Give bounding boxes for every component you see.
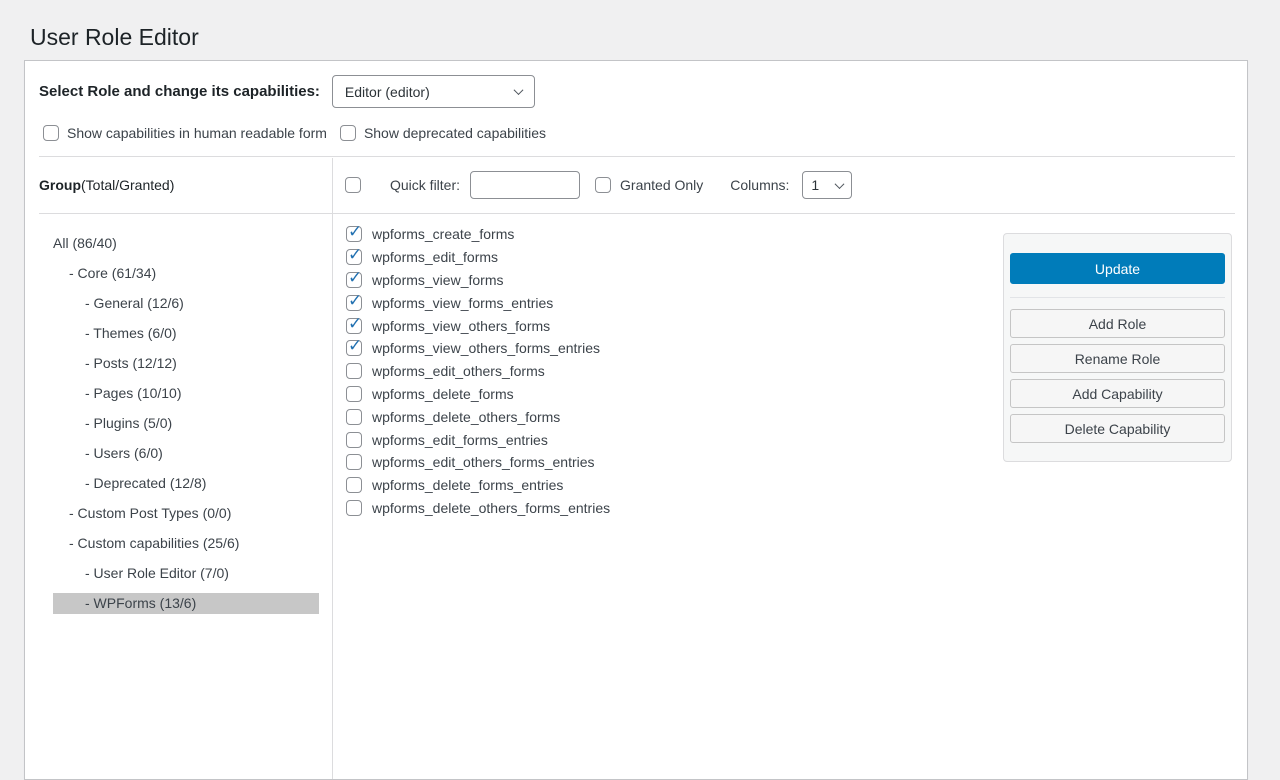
capability-name: wpforms_delete_forms_entries bbox=[372, 477, 563, 493]
role-select-value: Editor (editor) bbox=[345, 84, 430, 100]
capability-checkbox[interactable] bbox=[346, 432, 362, 448]
group-item-label: - User Role Editor (7/0) bbox=[53, 563, 319, 584]
group-item-general[interactable]: - General (12/6) bbox=[25, 288, 332, 318]
capability-name: wpforms_delete_others_forms bbox=[372, 409, 560, 425]
capability-checkbox[interactable] bbox=[346, 409, 362, 425]
group-item-wpforms[interactable]: - WPForms (13/6) bbox=[25, 588, 332, 618]
capability-row: wpforms_view_forms bbox=[346, 269, 610, 292]
capability-checkbox[interactable] bbox=[346, 272, 362, 288]
capability-name: wpforms_view_forms bbox=[372, 272, 503, 288]
columns-label: Columns: bbox=[730, 177, 789, 193]
group-item-label: - Plugins (5/0) bbox=[53, 413, 319, 434]
page-title: User Role Editor bbox=[30, 24, 199, 51]
group-item-users[interactable]: - Users (6/0) bbox=[25, 438, 332, 468]
group-item-label: - WPForms (13/6) bbox=[53, 593, 319, 614]
capability-checkbox[interactable] bbox=[346, 363, 362, 379]
group-item-label: - Users (6/0) bbox=[53, 443, 319, 464]
show-deprecated-checkbox[interactable] bbox=[340, 125, 356, 141]
capability-row: wpforms_delete_others_forms_entries bbox=[346, 497, 610, 520]
capability-name: wpforms_edit_forms_entries bbox=[372, 432, 548, 448]
capability-checkbox[interactable] bbox=[346, 500, 362, 516]
chevron-down-icon bbox=[513, 85, 523, 95]
capability-checkbox[interactable] bbox=[346, 226, 362, 242]
group-item-themes[interactable]: - Themes (6/0) bbox=[25, 318, 332, 348]
capability-checkbox[interactable] bbox=[346, 318, 362, 334]
granted-only-checkbox[interactable] bbox=[595, 177, 611, 193]
capability-row: wpforms_edit_others_forms bbox=[346, 360, 610, 383]
columns-select-value: 1 bbox=[811, 177, 819, 193]
capabilities-list: wpforms_create_forms wpforms_edit_forms … bbox=[346, 223, 610, 519]
group-item-label: - Deprecated (12/8) bbox=[53, 473, 319, 494]
capability-checkbox[interactable] bbox=[346, 340, 362, 356]
group-item-label: - Custom Post Types (0/0) bbox=[53, 503, 319, 524]
group-item-user-role-editor[interactable]: - User Role Editor (7/0) bbox=[25, 558, 332, 588]
human-readable-checkbox[interactable] bbox=[43, 125, 59, 141]
human-readable-label: Show capabilities in human readable form bbox=[67, 125, 327, 141]
capability-row: wpforms_edit_forms_entries bbox=[346, 428, 610, 451]
capability-name: wpforms_view_others_forms bbox=[372, 318, 550, 334]
capability-row: wpforms_view_others_forms_entries bbox=[346, 337, 610, 360]
display-options-row: Show capabilities in human readable form… bbox=[43, 124, 546, 142]
capability-row: wpforms_delete_forms bbox=[346, 383, 610, 406]
select-all-checkbox[interactable] bbox=[345, 177, 361, 193]
capability-checkbox[interactable] bbox=[346, 295, 362, 311]
capability-row: wpforms_delete_forms_entries bbox=[346, 474, 610, 497]
group-tree: All (86/40) - Core (61/34) - General (12… bbox=[25, 213, 332, 618]
add-capability-button[interactable]: Add Capability bbox=[1010, 379, 1225, 408]
delete-capability-button[interactable]: Delete Capability bbox=[1010, 414, 1225, 443]
capability-row: wpforms_view_forms_entries bbox=[346, 291, 610, 314]
quick-filter-label: Quick filter: bbox=[390, 177, 460, 193]
group-item-custom-post-types[interactable]: - Custom Post Types (0/0) bbox=[25, 498, 332, 528]
column-divider bbox=[332, 158, 333, 779]
capability-name: wpforms_edit_forms bbox=[372, 249, 498, 265]
capability-name: wpforms_edit_others_forms bbox=[372, 363, 545, 379]
group-item-plugins[interactable]: - Plugins (5/0) bbox=[25, 408, 332, 438]
divider bbox=[1010, 297, 1225, 298]
capability-checkbox[interactable] bbox=[346, 477, 362, 493]
granted-only-label: Granted Only bbox=[620, 177, 703, 193]
group-item-core[interactable]: - Core (61/34) bbox=[25, 258, 332, 288]
capability-name: wpforms_edit_others_forms_entries bbox=[372, 454, 595, 470]
capability-row: wpforms_create_forms bbox=[346, 223, 610, 246]
group-item-label: - Themes (6/0) bbox=[53, 323, 319, 344]
filter-toolbar: Quick filter: Granted Only Columns: 1 bbox=[25, 157, 1247, 213]
update-button[interactable]: Update bbox=[1010, 253, 1225, 284]
chevron-down-icon bbox=[835, 179, 845, 189]
capability-row: wpforms_edit_others_forms_entries bbox=[346, 451, 610, 474]
rename-role-button[interactable]: Rename Role bbox=[1010, 344, 1225, 373]
actions-panel: Update Add Role Rename Role Add Capabili… bbox=[1003, 233, 1232, 462]
select-role-label: Select Role and change its capabilities: bbox=[39, 83, 320, 100]
capability-row: wpforms_view_others_forms bbox=[346, 314, 610, 337]
capability-row: wpforms_edit_forms bbox=[346, 246, 610, 269]
show-deprecated-label: Show deprecated capabilities bbox=[364, 125, 546, 141]
capability-name: wpforms_create_forms bbox=[372, 226, 514, 242]
group-item-pages[interactable]: - Pages (10/10) bbox=[25, 378, 332, 408]
capability-name: wpforms_view_others_forms_entries bbox=[372, 340, 600, 356]
capability-checkbox[interactable] bbox=[346, 249, 362, 265]
capability-name: wpforms_delete_forms bbox=[372, 386, 514, 402]
user-role-editor-panel: Select Role and change its capabilities:… bbox=[24, 60, 1248, 780]
quick-filter-input[interactable] bbox=[470, 171, 580, 199]
columns-select[interactable]: 1 bbox=[802, 171, 852, 199]
group-item-label: - Pages (10/10) bbox=[53, 383, 319, 404]
group-item-label: - Core (61/34) bbox=[53, 263, 319, 284]
add-role-button[interactable]: Add Role bbox=[1010, 309, 1225, 338]
group-item-label: - Posts (12/12) bbox=[53, 353, 319, 374]
group-item-deprecated[interactable]: - Deprecated (12/8) bbox=[25, 468, 332, 498]
capability-checkbox[interactable] bbox=[346, 386, 362, 402]
group-item-label: - General (12/6) bbox=[53, 293, 319, 314]
group-item-all[interactable]: All (86/40) bbox=[25, 228, 332, 258]
capability-name: wpforms_view_forms_entries bbox=[372, 295, 553, 311]
capability-row: wpforms_delete_others_forms bbox=[346, 405, 610, 428]
group-item-label: All (86/40) bbox=[53, 233, 319, 254]
capability-name: wpforms_delete_others_forms_entries bbox=[372, 500, 610, 516]
capability-checkbox[interactable] bbox=[346, 454, 362, 470]
group-item-custom-capabilities[interactable]: - Custom capabilities (25/6) bbox=[25, 528, 332, 558]
role-select-row: Select Role and change its capabilities:… bbox=[39, 75, 535, 108]
group-item-label: - Custom capabilities (25/6) bbox=[53, 533, 319, 554]
group-item-posts[interactable]: - Posts (12/12) bbox=[25, 348, 332, 378]
role-select[interactable]: Editor (editor) bbox=[332, 75, 535, 108]
